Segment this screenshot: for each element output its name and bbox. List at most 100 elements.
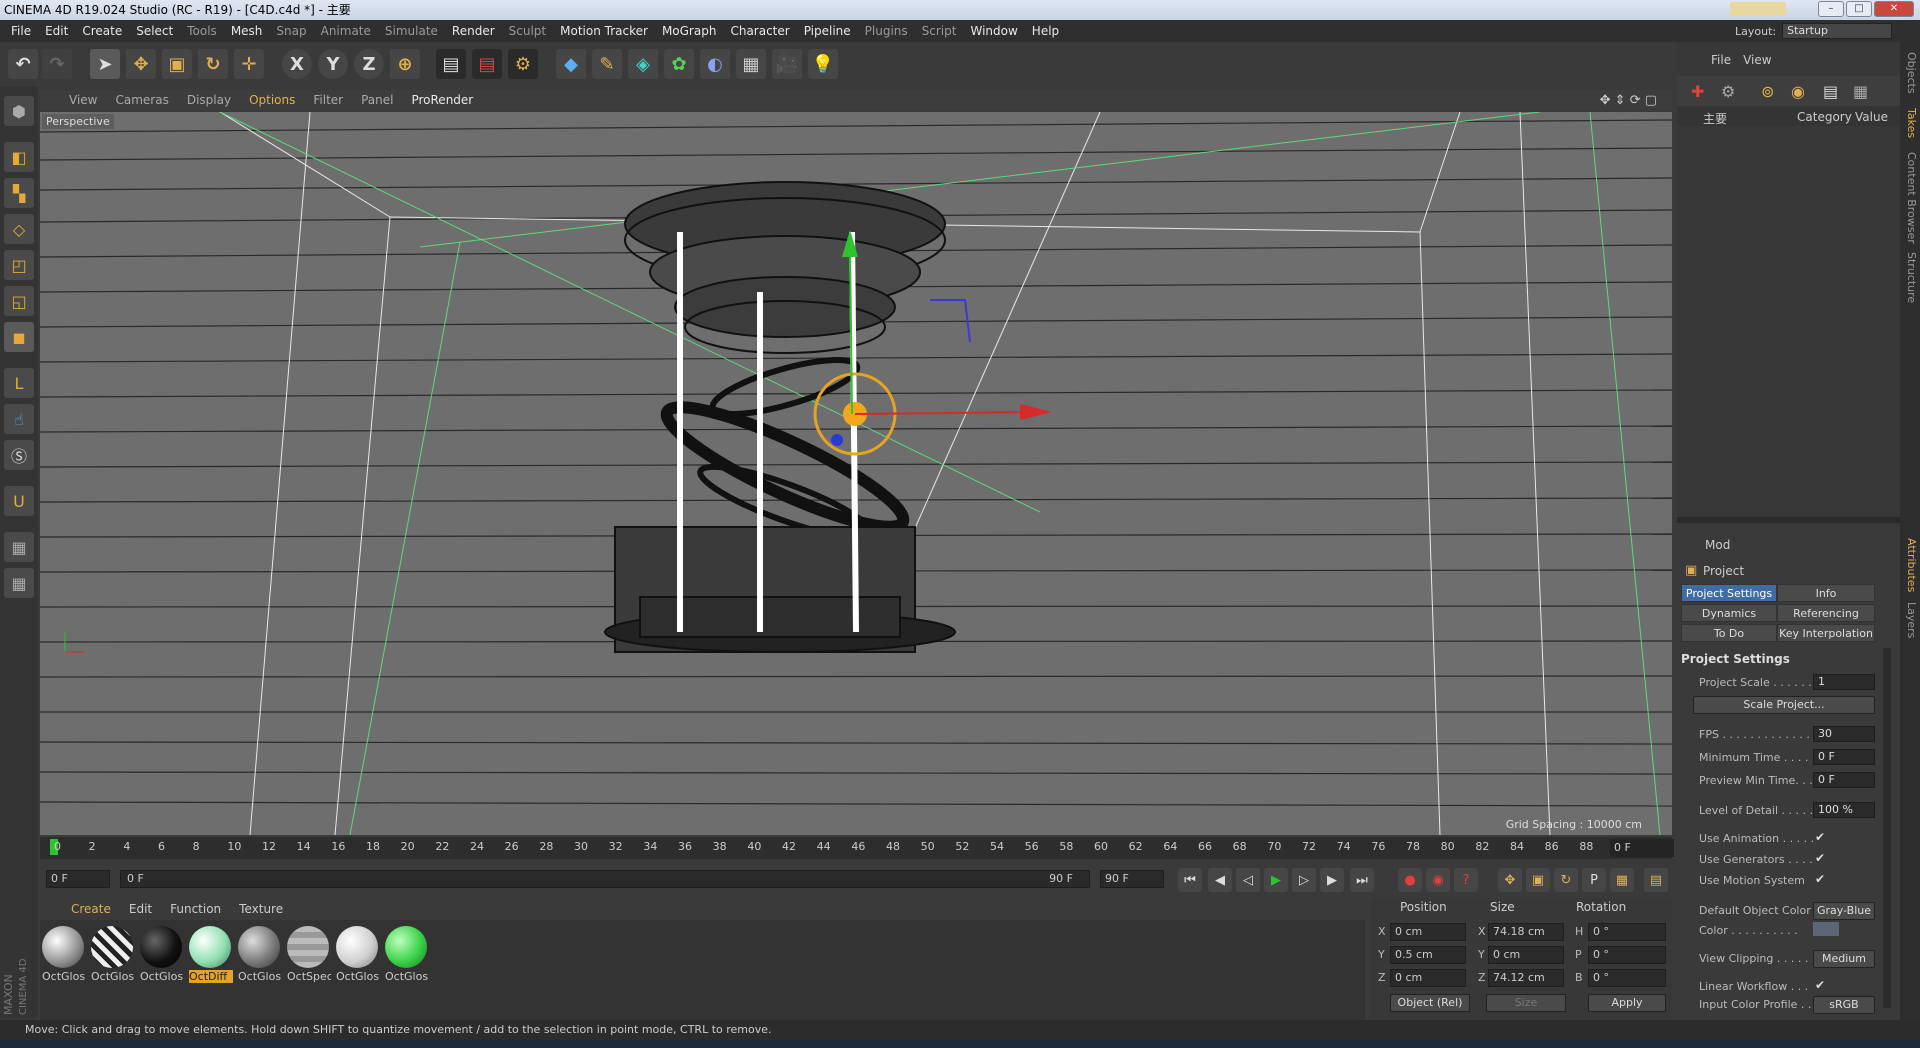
material-item[interactable]: OctDiff	[189, 926, 233, 988]
cube-icon[interactable]: ◆	[556, 49, 586, 79]
texture-mode-icon[interactable]: ▚	[4, 178, 34, 208]
solo-mode-icon[interactable]: Ⓢ	[4, 440, 34, 470]
takes-icon[interactable]: ⊚	[1761, 82, 1774, 101]
menu-snap[interactable]: Snap	[269, 24, 313, 38]
tab-info[interactable]: Info	[1777, 584, 1875, 602]
position-x-field[interactable]: 0 cm	[1390, 923, 1466, 941]
tab-objects[interactable]: Objects	[1902, 52, 1918, 94]
root-take-item[interactable]: 主要	[1703, 110, 1727, 127]
rotate-icon[interactable]: ↻	[198, 49, 228, 79]
workplane-mode-icon[interactable]: ◇	[4, 214, 34, 244]
menu-sculpt[interactable]: Sculpt	[502, 24, 553, 38]
material-menu-texture[interactable]: Texture	[230, 902, 292, 916]
redo-icon[interactable]: ↷	[42, 49, 72, 79]
material-item[interactable]: OctGlos	[385, 926, 429, 988]
material-menu-edit[interactable]: Edit	[120, 902, 161, 916]
move-icon[interactable]: ✥	[126, 49, 156, 79]
use-motion-checkbox[interactable]: ✔	[1815, 872, 1825, 886]
go-to-start-icon[interactable]: ⏮	[1178, 868, 1202, 892]
key-position-icon[interactable]: ✥	[1498, 868, 1522, 892]
default-color-select[interactable]: Gray-Blue	[1813, 902, 1875, 920]
fps-field[interactable]: 30	[1813, 726, 1875, 742]
prev-frame-icon[interactable]: ◁	[1236, 868, 1260, 892]
rotation-h-field[interactable]: 0 °	[1588, 923, 1666, 941]
preview-range-slider[interactable]: 0 F 90 F	[120, 870, 1090, 888]
menu-tools[interactable]: Tools	[180, 24, 224, 38]
tab-referencing[interactable]: Referencing	[1777, 604, 1875, 622]
object-scrollbar[interactable]	[1677, 517, 1900, 523]
rotation-p-field[interactable]: 0 °	[1588, 946, 1666, 964]
make-editable-icon[interactable]: ⬢	[4, 96, 34, 126]
world-coordinate-icon[interactable]: ⊕	[390, 49, 420, 79]
deformer-icon[interactable]: ◐	[700, 49, 730, 79]
use-generators-checkbox[interactable]: ✔	[1815, 851, 1825, 865]
add-object-icon[interactable]: ✚	[1691, 82, 1704, 101]
menu-window[interactable]: Window	[963, 24, 1024, 38]
key-pla-icon[interactable]: ▦	[1610, 868, 1634, 892]
lock-x-button[interactable]: X	[282, 49, 312, 79]
tab-key-interpolation[interactable]: Key Interpolation	[1777, 624, 1875, 642]
viewport-menu-display[interactable]: Display	[178, 93, 240, 107]
close-button[interactable]: ✕	[1874, 1, 1914, 17]
viewport-menu-view[interactable]: View	[60, 93, 106, 107]
prev-key-icon[interactable]: ◀	[1208, 868, 1232, 892]
object-menu-file[interactable]: File	[1705, 53, 1737, 67]
camera-icon[interactable]: 🎥	[772, 49, 802, 79]
minimize-button[interactable]: –	[1818, 1, 1844, 17]
go-to-end-icon[interactable]: ⏭	[1350, 868, 1374, 892]
menu-create[interactable]: Create	[75, 24, 129, 38]
tab-attributes[interactable]: Attributes	[1902, 538, 1918, 592]
material-item[interactable]: OctGlos	[91, 926, 135, 988]
position-z-field[interactable]: 0 cm	[1390, 969, 1466, 987]
use-animation-checkbox[interactable]: ✔	[1815, 830, 1825, 844]
lod-field[interactable]: 100 %	[1813, 802, 1875, 818]
attribute-scrollbar[interactable]	[1883, 648, 1891, 1008]
recent-tool-icon[interactable]: ✛	[234, 49, 264, 79]
menu-file[interactable]: File	[4, 24, 38, 38]
model-mode-icon[interactable]: ◧	[4, 142, 34, 172]
tab-takes[interactable]: Takes	[1902, 108, 1918, 138]
search-objects-icon[interactable]: ⚙	[1721, 82, 1735, 101]
tab-dynamics[interactable]: Dynamics	[1681, 604, 1777, 622]
workplane-lock-icon[interactable]: ▦	[4, 532, 34, 562]
menu-character[interactable]: Character	[723, 24, 796, 38]
tab-content-browser[interactable]: Content Browser	[1902, 152, 1918, 244]
keyframe-selection-icon[interactable]: ?	[1454, 868, 1478, 892]
menu-mesh[interactable]: Mesh	[224, 24, 270, 38]
menu-pipeline[interactable]: Pipeline	[797, 24, 858, 38]
play-icon[interactable]: ▶	[1264, 868, 1288, 892]
viewport-perspective[interactable]: Perspective Grid Spacing : 10000 cm	[40, 112, 1672, 835]
undo-icon[interactable]: ↶	[8, 49, 38, 79]
menu-select[interactable]: Select	[129, 24, 180, 38]
viewport-menu-panel[interactable]: Panel	[352, 93, 402, 107]
maximize-button[interactable]: □	[1846, 1, 1872, 17]
material-item[interactable]: OctGlos	[336, 926, 380, 988]
override-icon[interactable]: ◉	[1791, 82, 1805, 101]
tab-project-settings[interactable]: Project Settings	[1681, 584, 1777, 602]
size-x-field[interactable]: 74.18 cm	[1488, 923, 1564, 941]
render-picture-viewer-icon[interactable]: ▤	[472, 49, 502, 79]
axis-mode-icon[interactable]: L	[4, 368, 34, 398]
current-frame-field[interactable]: 0 F	[1610, 839, 1674, 857]
viewport-menu-cameras[interactable]: Cameras	[106, 93, 177, 107]
attribute-mode-menu[interactable]: Mod	[1705, 538, 1730, 552]
layer-icon[interactable]: ▦	[1853, 82, 1868, 101]
points-mode-icon[interactable]: ◰	[4, 250, 34, 280]
input-profile-select[interactable]: sRGB	[1813, 996, 1875, 1014]
end-frame-field[interactable]: 90 F	[1100, 870, 1164, 888]
menu-simulate[interactable]: Simulate	[378, 24, 445, 38]
key-rotation-icon[interactable]: ↻	[1554, 868, 1578, 892]
edges-mode-icon[interactable]: ◱	[4, 286, 34, 316]
pen-icon[interactable]: ✎	[592, 49, 622, 79]
timeline-ruler[interactable]: 0 2 4 6 8 10 12 14 16 18 20 22 24 26 28 30 32 34 36 38 40 42 4…	[40, 837, 1672, 859]
color-swatch[interactable]	[1813, 922, 1839, 936]
lock-y-button[interactable]: Y	[318, 49, 348, 79]
menu-script[interactable]: Script	[915, 24, 964, 38]
material-menu-function[interactable]: Function	[161, 902, 230, 916]
min-time-field[interactable]: 0 F	[1813, 749, 1875, 765]
project-scale-field[interactable]: 1	[1813, 674, 1875, 690]
quantize-icon[interactable]: ▦	[4, 568, 34, 598]
menu-help[interactable]: Help	[1025, 24, 1066, 38]
preview-min-field[interactable]: 0 F	[1813, 772, 1875, 788]
rotation-b-field[interactable]: 0 °	[1588, 969, 1666, 987]
